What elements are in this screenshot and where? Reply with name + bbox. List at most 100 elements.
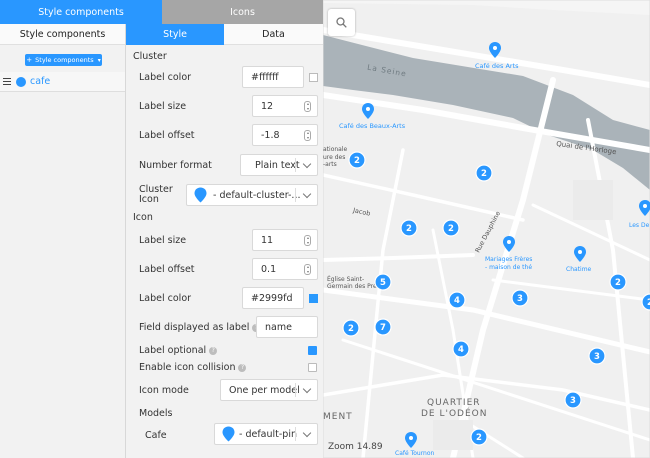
tab-style-components[interactable]: Style components — [0, 0, 162, 24]
cluster-label-color-input[interactable]: #ffffff — [242, 66, 304, 88]
cluster-count: 2 — [615, 278, 621, 288]
cluster-marker[interactable]: 4 — [452, 340, 470, 358]
cluster-marker[interactable]: 3 — [511, 289, 529, 307]
icon-heading: Icon — [133, 212, 153, 223]
field-displayed-input[interactable]: name — [256, 316, 318, 338]
enable-collision-checkbox[interactable] — [308, 363, 317, 372]
cluster-count: 4 — [458, 345, 464, 355]
tab-icons[interactable]: Icons — [162, 0, 323, 24]
icon-label-size-input[interactable]: 11 — [252, 229, 318, 251]
cluster-marker[interactable]: 2 — [641, 293, 650, 311]
cluster-marker[interactable]: 2 — [609, 273, 627, 291]
map-search-button[interactable] — [328, 9, 355, 36]
model-cafe-select[interactable]: - default-pin — [214, 423, 318, 445]
cluster-marker[interactable]: 2 — [470, 428, 488, 446]
cluster-marker[interactable]: 2 — [400, 219, 418, 237]
icon-label-color-label: Label color — [139, 293, 192, 304]
chevron-down-icon — [302, 189, 312, 199]
cluster-marker[interactable]: 7 — [374, 318, 392, 336]
cluster-heading: Cluster — [133, 51, 167, 62]
cluster-icon-value: - default-cluster-... — [213, 189, 301, 201]
enable-collision-text: Enable icon collision — [139, 362, 236, 373]
icon-label-offset-input[interactable]: 0.1 — [252, 258, 318, 280]
help-icon[interactable]: ? — [238, 363, 247, 372]
cluster-label-color-label: Label color — [139, 72, 192, 83]
search-icon — [336, 17, 347, 28]
stepper-icon[interactable] — [304, 130, 311, 141]
icon-label-color-swatch[interactable] — [309, 294, 318, 303]
map-view[interactable]: La Seine Café des Arts Café des Beaux-Ar… — [323, 0, 650, 458]
cluster-count: 3 — [594, 352, 600, 362]
cluster-count: 2 — [476, 433, 482, 443]
cluster-label-color-swatch[interactable] — [309, 73, 318, 82]
icon-label-offset-value: 0.1 — [261, 263, 277, 275]
label-optional-label: Label optional? — [139, 345, 218, 356]
plus-icon: + — [26, 56, 33, 64]
number-format-select[interactable]: Plain text — [240, 154, 318, 176]
cluster-icon-select[interactable]: - default-cluster-... — [186, 184, 318, 206]
number-format-value: Plain text — [255, 159, 300, 171]
models-heading: Models — [139, 408, 173, 419]
cluster-marker[interactable]: 2 — [348, 151, 366, 169]
field-displayed-label-text: Field displayed as label — [139, 322, 250, 333]
cluster-marker[interactable]: 3 — [564, 391, 582, 409]
help-icon[interactable]: ? — [209, 346, 218, 355]
style-components-sidebar: Style components + Style components ▾ ca… — [0, 24, 126, 458]
stepper-icon[interactable] — [304, 235, 311, 246]
drag-handle-icon[interactable] — [3, 77, 13, 86]
icon-label-size-label: Label size — [139, 235, 187, 246]
icon-label-offset-label: Label offset — [139, 264, 195, 275]
field-displayed-label: Field displayed as label? — [139, 322, 261, 333]
cluster-count: 3 — [570, 396, 576, 406]
model-cafe-label: Cafe — [145, 430, 167, 441]
cluster-label-size-value: 12 — [261, 100, 274, 112]
layer-item-label: cafe — [30, 76, 51, 87]
sidebar-title: Style components — [0, 24, 125, 45]
add-style-component-label: Style components — [35, 56, 94, 64]
number-format-label: Number format — [139, 160, 212, 171]
tab-style[interactable]: Style — [126, 24, 224, 45]
pin-icon — [194, 187, 207, 203]
icon-mode-select[interactable]: One per model — [220, 379, 318, 401]
cluster-count: 2 — [481, 169, 487, 179]
cluster-label-offset-label: Label offset — [139, 130, 195, 141]
cluster-marker[interactable]: 2 — [475, 164, 493, 182]
cluster-icon-label: Cluster Icon — [139, 184, 173, 205]
add-style-component-button[interactable]: + Style components ▾ — [25, 54, 102, 66]
cluster-count: 5 — [380, 278, 386, 288]
chevron-down-icon — [302, 384, 312, 394]
cluster-marker[interactable]: 4 — [448, 291, 466, 309]
layer-item-cafe[interactable]: cafe — [0, 72, 125, 92]
cluster-count: 2 — [348, 324, 354, 334]
cluster-marker[interactable]: 2 — [442, 219, 460, 237]
tab-data[interactable]: Data — [224, 24, 323, 45]
icon-label-size-value: 11 — [261, 234, 274, 246]
cluster-marker[interactable]: 2 — [342, 319, 360, 337]
cluster-label-offset-input[interactable]: -1.8 — [252, 124, 318, 146]
cluster-count: 2 — [354, 156, 360, 166]
model-cafe-value: - default-pin — [239, 428, 297, 440]
cluster-label-size-input[interactable]: 12 — [252, 95, 318, 117]
zoom-level: Zoom 14.89 — [328, 442, 383, 452]
label-optional-checkbox[interactable] — [308, 346, 317, 355]
cluster-count: 7 — [380, 323, 386, 333]
layer-color-dot — [16, 76, 26, 87]
icon-mode-label: Icon mode — [139, 385, 189, 396]
stepper-icon[interactable] — [304, 101, 311, 112]
icon-mode-value: One per model — [229, 384, 300, 396]
cluster-count: 2 — [448, 224, 454, 234]
stepper-icon[interactable] — [304, 264, 311, 275]
cluster-markers[interactable]: 2 2 2 2 5 4 7 3 2 2 4 3 3 2 2 — [323, 0, 650, 458]
chevron-down-icon — [302, 159, 312, 169]
cluster-label-size-label: Label size — [139, 101, 187, 112]
label-optional-text: Label optional — [139, 345, 207, 356]
enable-collision-label: Enable icon collision? — [139, 362, 247, 373]
cluster-marker[interactable]: 5 — [374, 273, 392, 291]
cluster-marker[interactable]: 3 — [588, 347, 606, 365]
style-panel: Style Data Cluster Label color #ffffff L… — [126, 24, 323, 458]
top-tab-bar: Style components Icons — [0, 0, 323, 24]
cluster-count: 4 — [454, 296, 460, 306]
chevron-down-icon: ▾ — [97, 56, 101, 64]
sub-tab-bar: Style Data — [126, 24, 323, 45]
icon-label-color-input[interactable]: #2999fd — [242, 287, 304, 309]
